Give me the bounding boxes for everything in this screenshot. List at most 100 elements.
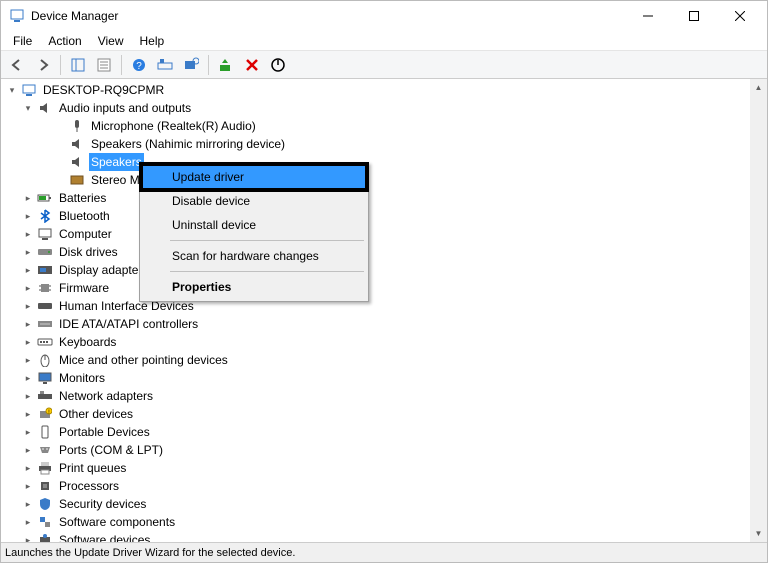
ctx-update-driver[interactable]: Update driver [142,165,366,189]
menu-bar: File Action View Help [1,31,767,51]
expander-icon[interactable]: ▾ [5,83,19,97]
tree-group-bluetooth[interactable]: ▸Bluetooth [5,207,767,225]
minimize-button[interactable] [625,1,671,31]
expander-icon[interactable]: ▸ [21,515,35,529]
tree-group-ports[interactable]: ▸Ports (COM & LPT) [5,441,767,459]
security-icon [37,496,53,512]
expander-icon[interactable]: ▸ [21,245,35,259]
app-icon [9,8,25,24]
uninstall-button[interactable] [240,53,264,77]
expander-icon[interactable]: ▸ [21,317,35,331]
tree-group-software-devices[interactable]: ▸ Software devices [5,531,767,542]
tree-group-firmware[interactable]: ▸ Firmware [5,279,767,297]
tree-group-disk[interactable]: ▸ Disk drives [5,243,767,261]
forward-button[interactable] [31,53,55,77]
scan-hardware-button[interactable] [179,53,203,77]
menu-action[interactable]: Action [40,32,89,50]
tree-label: Firmware [57,279,111,297]
expander-icon[interactable]: ▸ [21,497,35,511]
network-icon [37,388,53,404]
context-menu: Update driver Disable device Uninstall d… [139,162,369,302]
tree-label: Software devices [57,531,152,542]
menu-help[interactable]: Help [132,32,173,50]
tree-item-stereo-mix[interactable]: Stereo Mi [5,171,767,189]
scroll-down-icon[interactable]: ▼ [750,525,767,542]
close-button[interactable] [717,1,763,31]
tree-group-ide[interactable]: ▸ IDE ATA/ATAPI controllers [5,315,767,333]
expander-icon[interactable]: ▸ [21,533,35,542]
tree-group-computer[interactable]: ▸Computer [5,225,767,243]
tree-label: Speakers [89,153,144,171]
tree-label: IDE ATA/ATAPI controllers [57,315,200,333]
expander-icon[interactable]: ▸ [21,299,35,313]
tree-item-speakers-mirror[interactable]: Speakers (Nahimic mirroring device) [5,135,767,153]
expander-icon[interactable]: ▸ [21,209,35,223]
tree-group-keyboards[interactable]: ▸Keyboards [5,333,767,351]
tree-item-speakers-selected[interactable]: Speakers [5,153,767,171]
tree-group-audio[interactable]: ▾ Audio inputs and outputs [5,99,767,117]
expander-icon[interactable]: ▸ [21,191,35,205]
tree-label: Software components [57,513,177,531]
ctx-separator [170,240,364,241]
monitor-icon [37,370,53,386]
tree-group-monitors[interactable]: ▸ Monitors [5,369,767,387]
expander-icon[interactable]: ▸ [21,227,35,241]
tree-label: Print queues [57,459,128,477]
expander-icon[interactable]: ▸ [21,443,35,457]
tree-label: Network adapters [57,387,155,405]
menu-file[interactable]: File [5,32,40,50]
device-tree[interactable]: ▾ DESKTOP-RQ9CPMR ▾ Audio inputs and out… [1,79,767,542]
firmware-icon [37,280,53,296]
tree-group-network[interactable]: ▸ Network adapters [5,387,767,405]
tree-label: Disk drives [57,243,120,261]
tree-group-portable[interactable]: ▸Portable Devices [5,423,767,441]
action-button[interactable] [153,53,177,77]
expander-icon[interactable]: ▸ [21,425,35,439]
tree-group-other[interactable]: ▸!Other devices [5,405,767,423]
expander-icon[interactable]: ▾ [21,101,35,115]
vertical-scrollbar[interactable]: ▲ ▼ [750,79,767,542]
computer-icon [21,82,37,98]
tree-group-mice[interactable]: ▸Mice and other pointing devices [5,351,767,369]
software-devices-icon [37,532,53,542]
expander-icon[interactable]: ▸ [21,281,35,295]
tree-group-hid[interactable]: ▸Human Interface Devices [5,297,767,315]
show-hide-tree-button[interactable] [66,53,90,77]
tree-group-processors[interactable]: ▸Processors [5,477,767,495]
expander-icon[interactable]: ▸ [21,389,35,403]
tree-group-batteries[interactable]: ▸Batteries [5,189,767,207]
expander-icon[interactable]: ▸ [21,479,35,493]
ctx-disable-device[interactable]: Disable device [142,189,366,213]
ctx-properties[interactable]: Properties [142,275,366,299]
tree-group-security[interactable]: ▸Security devices [5,495,767,513]
tree-label: Monitors [57,369,107,387]
properties-button[interactable] [92,53,116,77]
portable-icon [37,424,53,440]
update-driver-button[interactable] [214,53,238,77]
toolbar-separator [121,55,122,75]
back-button[interactable] [5,53,29,77]
tree-root[interactable]: ▾ DESKTOP-RQ9CPMR [5,81,767,99]
tree-item-microphone[interactable]: Microphone (Realtek(R) Audio) [5,117,767,135]
scroll-up-icon[interactable]: ▲ [750,79,767,96]
disable-button[interactable] [266,53,290,77]
toolbar-separator [208,55,209,75]
expander-icon[interactable]: ▸ [21,407,35,421]
expander-icon[interactable]: ▸ [21,371,35,385]
maximize-button[interactable] [671,1,717,31]
expander-icon[interactable]: ▸ [21,335,35,349]
title-bar: Device Manager [1,1,767,31]
expander-icon[interactable]: ▸ [21,353,35,367]
tree-group-display[interactable]: ▸Display adapte [5,261,767,279]
tree-label: Other devices [57,405,135,423]
processor-icon [37,478,53,494]
tree-group-software[interactable]: ▸ Software components [5,513,767,531]
svg-text:?: ? [136,61,142,72]
help-button[interactable]: ? [127,53,151,77]
expander-icon[interactable]: ▸ [21,461,35,475]
ctx-scan-hardware[interactable]: Scan for hardware changes [142,244,366,268]
menu-view[interactable]: View [90,32,132,50]
expander-icon[interactable]: ▸ [21,263,35,277]
ctx-uninstall-device[interactable]: Uninstall device [142,213,366,237]
tree-group-print[interactable]: ▸ Print queues [5,459,767,477]
